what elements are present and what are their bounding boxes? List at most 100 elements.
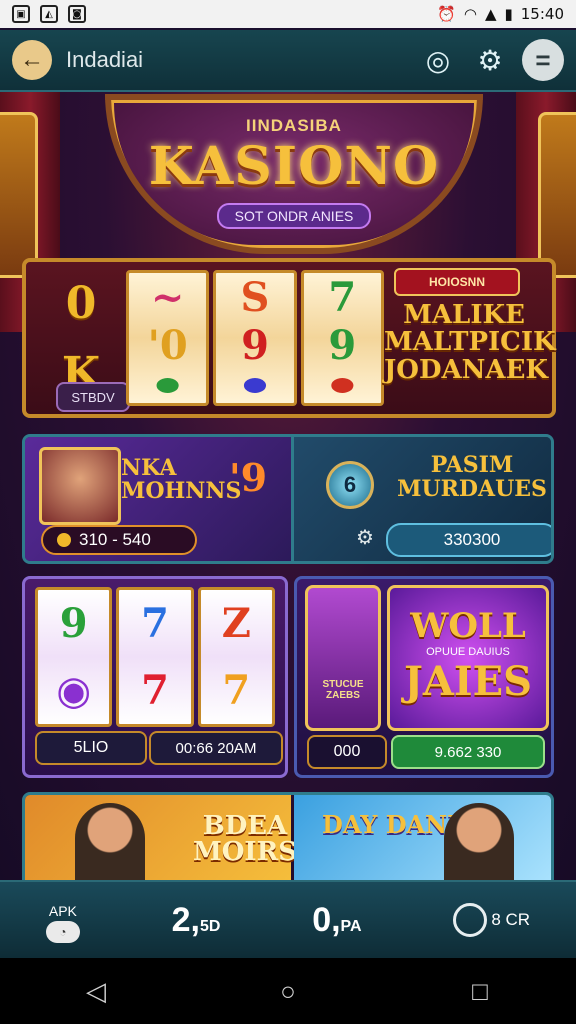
reel: Z 7: [197, 587, 275, 727]
hero-banner[interactable]: IINDASIBA KASIONO SOT ONDR ANIES: [105, 94, 483, 254]
game-row-2: NKA MOHNNS '9 310 - 540 6 PASIM MURDAUES…: [22, 434, 554, 564]
promo-text: MALIKE MALTPICIK JODANAEK: [384, 300, 556, 385]
game-number: '9: [229, 455, 268, 500]
slot-symbol: ~: [150, 273, 185, 321]
app-header: ← Indadiai ◎ ⚙ =: [0, 30, 576, 92]
reel: ~ '0 ⬬: [126, 270, 210, 406]
signal-icon: ▲: [484, 5, 497, 23]
menu-icon: =: [535, 44, 551, 75]
piggy-bank-icon: ◔: [45, 921, 80, 943]
stat-b-value: 0,: [312, 900, 341, 939]
game-card-moihns[interactable]: NKA MOHNNS '9 310 - 540: [25, 437, 294, 561]
featured-slot-card[interactable]: 0 K STBDV ~ '0 ⬬ S 9 ⬬ 7 9 ⬬ HOIOSNN MAL…: [22, 258, 556, 418]
app-notification-icon: ◙: [68, 5, 86, 23]
wild-subtitle: OPUUE DAUIUS: [426, 646, 510, 658]
status-time: 15:40: [520, 5, 564, 23]
slot-symbol: 7: [141, 600, 169, 647]
photo-notification-icon: ◭: [40, 5, 58, 23]
bet-pill[interactable]: 000: [307, 735, 387, 769]
host-portrait: [75, 803, 145, 882]
back-arrow-icon: ←: [20, 46, 44, 73]
game-icon: 6: [326, 461, 374, 509]
stat-a: 2,5D: [172, 901, 221, 940]
nav-home-icon[interactable]: ○: [266, 969, 310, 1013]
game-lobby[interactable]: IINDASIBA KASIONO SOT ONDR ANIES 0 K STB…: [0, 92, 576, 882]
slot-symbol: 9: [241, 322, 269, 370]
bottom-stats-bar: APK ◔ 2,5D 0,PA 8 CR: [0, 880, 576, 958]
promo-badge: HOIOSNN: [394, 268, 520, 296]
hero-pill: SOT ONDR ANIES: [216, 203, 372, 229]
game-card-murdaues[interactable]: 6 PASIM MURDAUES ⚙ 330300: [294, 437, 551, 561]
chip-icon: ⬬: [243, 371, 267, 402]
game-card-moirs[interactable]: BDEA MOIRS: [25, 795, 297, 882]
reel: 7 7: [116, 587, 194, 727]
stat-b: 0,PA: [312, 901, 361, 940]
system-nav-bar: ◁ ○ □: [0, 958, 576, 1024]
slot-symbol: 7: [222, 667, 251, 714]
slot-symbol: 7: [328, 273, 357, 321]
slot-machine-decoration-left: [0, 112, 38, 278]
timer-button[interactable]: 8 CR: [453, 903, 530, 937]
reel: 7 9 ⬬: [300, 270, 384, 406]
game-row-4: BDEA MOIRS DAY DANES: [22, 792, 554, 882]
settings-gear-icon[interactable]: ⚙: [356, 525, 374, 550]
page-title: Indadiai: [66, 47, 144, 72]
spin-button[interactable]: STBDV: [56, 382, 130, 412]
hero-subtitle: IINDASIBA: [246, 116, 342, 135]
character-caption: STUCUE ZAEBS: [322, 679, 364, 701]
wild-game-art: WOLL OPUUE DAUIUS JAIES: [387, 585, 549, 731]
timer-pill[interactable]: 00:66 20AM: [149, 731, 283, 765]
stat-a-value: 2,: [171, 900, 200, 939]
wild-title: WOLL: [410, 606, 526, 646]
nav-recents-icon[interactable]: □: [458, 969, 502, 1013]
slot-machine-decoration-right: [538, 112, 576, 278]
status-bar: ▣ ◭ ◙ ⏰ ◠ ▲ ▮ 15:40: [0, 0, 576, 28]
apk-label: APK: [48, 903, 77, 919]
bet-pill[interactable]: 5LIO: [35, 731, 147, 765]
stat-a-unit: 5D: [199, 917, 221, 935]
reel: S 9 ⬬: [213, 270, 297, 406]
slot-symbol: 0: [65, 277, 97, 329]
slot-reels: 9 ◉ 7 7 Z 7: [35, 587, 275, 727]
game-card-wild-jaies[interactable]: STUCUE ZAEBS WOLL OPUUE DAUIUS JAIES 000…: [294, 576, 554, 778]
back-button[interactable]: ←: [12, 40, 52, 80]
host-portrait: [444, 803, 514, 882]
chip-icon: ⬬: [331, 371, 354, 402]
wild-title-2: JAIES: [403, 658, 533, 705]
host-avatar: [39, 447, 121, 525]
bet-range: 310 - 540: [79, 530, 151, 549]
jackpot-pill[interactable]: 330300: [386, 523, 551, 557]
slot-card-777[interactable]: 9 ◉ 7 7 Z 7 5LIO 00:66 20AM: [22, 576, 288, 778]
character-thumbnail: [305, 585, 381, 731]
hero-title: KASIONO: [148, 136, 440, 197]
game-row-3: 9 ◉ 7 7 Z 7 5LIO 00:66 20AM STUCUE ZAEBS…: [22, 576, 554, 778]
timer-label: 8 CR: [491, 910, 531, 929]
swirl-icon: ◉: [56, 667, 92, 714]
game-card-day-danes[interactable]: DAY DANES: [294, 795, 551, 882]
support-icon[interactable]: ◎: [418, 40, 458, 80]
nav-back-icon[interactable]: ◁: [74, 969, 118, 1013]
wifi-icon: ◠: [463, 5, 477, 23]
game-title: PASIM MURDAUES: [397, 452, 547, 503]
bet-range-pill[interactable]: 310 - 540: [41, 525, 197, 555]
menu-button[interactable]: =: [522, 39, 564, 81]
clock-icon: [453, 903, 488, 937]
slot-symbol: 9: [59, 600, 88, 647]
slot-reels: ~ '0 ⬬ S 9 ⬬ 7 9 ⬬: [126, 270, 384, 406]
stat-b-unit: PA: [340, 917, 362, 935]
slot-symbol: Z: [221, 600, 251, 647]
apk-button[interactable]: APK ◔: [45, 897, 80, 943]
chip-icon: ⬬: [156, 371, 179, 402]
battery-icon: ▮: [504, 5, 513, 23]
jackpot-pill[interactable]: 9.662 330: [391, 735, 545, 769]
slot-symbol: '0: [147, 322, 188, 370]
coin-icon: [57, 533, 71, 547]
notification-icons: ▣ ◭ ◙: [12, 5, 86, 23]
alarm-icon: ⏰: [437, 5, 456, 23]
settings-gear-icon[interactable]: ⚙: [470, 40, 510, 80]
slot-symbol: 9: [328, 322, 357, 370]
slot-symbol: S: [240, 273, 270, 321]
slot-symbol: 7: [141, 667, 169, 714]
reel: 9 ◉: [35, 587, 113, 727]
game-title: BDEA MOIRS: [193, 811, 297, 867]
